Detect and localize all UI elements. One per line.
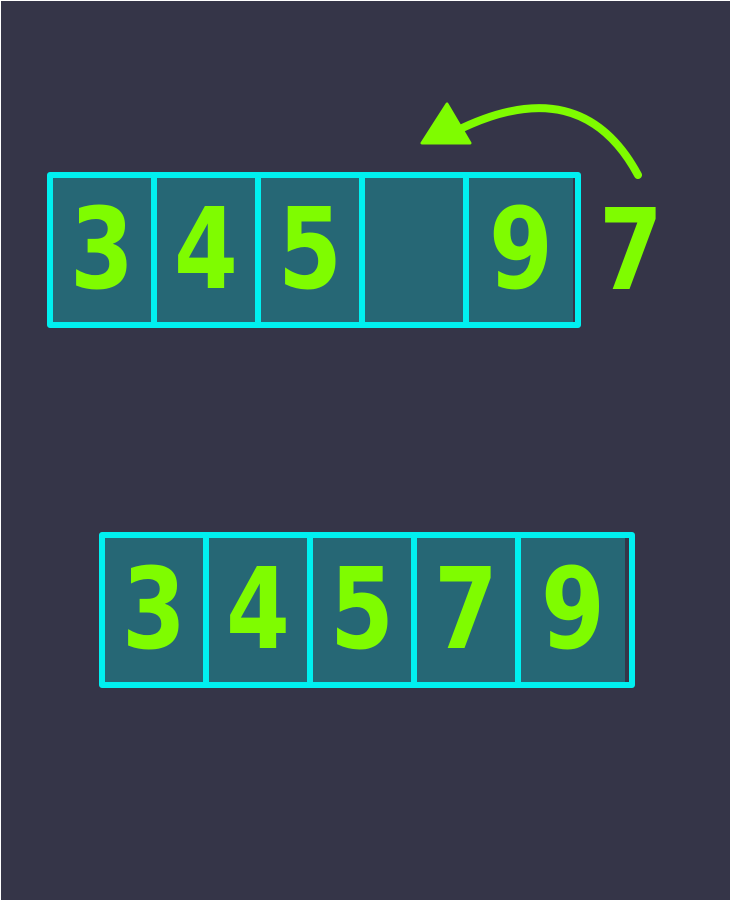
array-before-insertion: 3 4 5 9 bbox=[47, 172, 581, 328]
insert-arrow-curve bbox=[452, 104, 642, 179]
array-cell: 4 bbox=[157, 178, 261, 322]
array-cell: 9 bbox=[469, 178, 573, 322]
array-after-insertion: 3 4 5 7 9 bbox=[99, 532, 635, 688]
cell-digit: 7 bbox=[434, 545, 498, 675]
array-cell: 3 bbox=[105, 538, 209, 682]
array-cell: 3 bbox=[53, 178, 157, 322]
array-cell: 5 bbox=[261, 178, 365, 322]
cell-digit: 9 bbox=[489, 185, 553, 315]
insert-arrow-icon bbox=[420, 102, 642, 179]
array-cell: 4 bbox=[209, 538, 313, 682]
array-cell: 9 bbox=[521, 538, 625, 682]
array-cell-empty-slot bbox=[365, 178, 469, 322]
array-cell: 7 bbox=[417, 538, 521, 682]
array-cell: 5 bbox=[313, 538, 417, 682]
cell-digit: 3 bbox=[70, 185, 134, 315]
cell-digit: 3 bbox=[122, 545, 186, 675]
cell-digit: 9 bbox=[541, 545, 605, 675]
cell-digit: 5 bbox=[330, 545, 394, 675]
incoming-digit-value: 7 bbox=[599, 186, 663, 316]
cell-digit: 4 bbox=[174, 185, 238, 315]
insertion-diagram: 3 4 5 9 7 3 4 5 7 9 bbox=[1, 1, 730, 900]
cell-digit: 5 bbox=[278, 185, 342, 315]
incoming-digit: 7 bbox=[591, 191, 671, 311]
cell-digit: 4 bbox=[226, 545, 290, 675]
